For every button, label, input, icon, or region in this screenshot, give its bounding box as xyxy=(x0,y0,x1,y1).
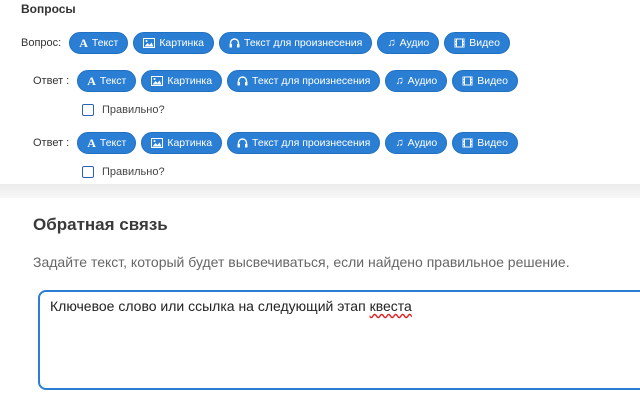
correct-checkbox[interactable] xyxy=(82,104,94,116)
answer-speech-button[interactable]: Текст для произнесения xyxy=(227,132,381,154)
answer-picture-button[interactable]: Картинка xyxy=(141,70,223,92)
feedback-text: Ключевое слово или ссылка на следующий э… xyxy=(50,298,370,314)
headphones-icon xyxy=(237,138,248,148)
misspelled-word: квеста xyxy=(369,298,412,314)
questions-title: Вопросы xyxy=(21,2,76,16)
correct-check-row: Правильно? xyxy=(82,104,165,116)
question-audio-button[interactable]: ♫ Аудио xyxy=(377,32,440,54)
questions-section: Вопросы Вопрос: A Текст Картинка Текст д… xyxy=(0,0,640,188)
headphones-icon xyxy=(229,38,240,48)
question-picture-button[interactable]: Картинка xyxy=(133,32,215,54)
answer-audio-button[interactable]: ♫ Аудио xyxy=(385,132,448,154)
music-icon: ♫ xyxy=(395,136,404,149)
question-text-button[interactable]: A Текст xyxy=(69,32,129,54)
answer-text-button[interactable]: A Текст xyxy=(77,70,137,92)
picture-icon xyxy=(151,138,164,148)
feedback-textarea[interactable]: Ключевое слово или ссылка на следующий э… xyxy=(38,290,640,390)
answer-row: Ответ : A Текст Картинка Текст для произ… xyxy=(33,132,523,154)
question-label: Вопрос: xyxy=(21,37,62,49)
answer-video-button[interactable]: Видео xyxy=(452,132,518,154)
answer-audio-button[interactable]: ♫ Аудио xyxy=(385,70,448,92)
film-icon xyxy=(462,76,473,86)
correct-checkbox[interactable] xyxy=(82,166,94,178)
feedback-description: Задайте текст, который будет высвечивать… xyxy=(33,254,570,270)
section-divider xyxy=(0,184,640,198)
text-icon: A xyxy=(87,74,96,88)
question-row: Вопрос: A Текст Картинка Текст для произ… xyxy=(21,32,515,54)
headphones-icon xyxy=(237,76,248,86)
correct-check-row: Правильно? xyxy=(82,166,165,178)
music-icon: ♫ xyxy=(395,74,404,87)
picture-icon xyxy=(151,76,164,86)
correct-label: Правильно? xyxy=(102,166,165,178)
question-speech-button[interactable]: Текст для произнесения xyxy=(219,32,373,54)
text-icon: A xyxy=(79,36,88,50)
feedback-title: Обратная связь xyxy=(33,215,168,234)
correct-label: Правильно? xyxy=(102,104,165,116)
answer-label: Ответ : xyxy=(33,75,70,87)
answer-label: Ответ : xyxy=(33,137,70,149)
answer-video-button[interactable]: Видео xyxy=(452,70,518,92)
answer-row: Ответ : A Текст Картинка Текст для произ… xyxy=(33,70,523,92)
answer-picture-button[interactable]: Картинка xyxy=(141,132,223,154)
question-video-button[interactable]: Видео xyxy=(444,32,510,54)
music-icon: ♫ xyxy=(387,36,396,49)
film-icon xyxy=(454,38,465,48)
answer-text-button[interactable]: A Текст xyxy=(77,132,137,154)
text-icon: A xyxy=(87,136,96,150)
answer-speech-button[interactable]: Текст для произнесения xyxy=(227,70,381,92)
film-icon xyxy=(462,138,473,148)
picture-icon xyxy=(143,38,156,48)
